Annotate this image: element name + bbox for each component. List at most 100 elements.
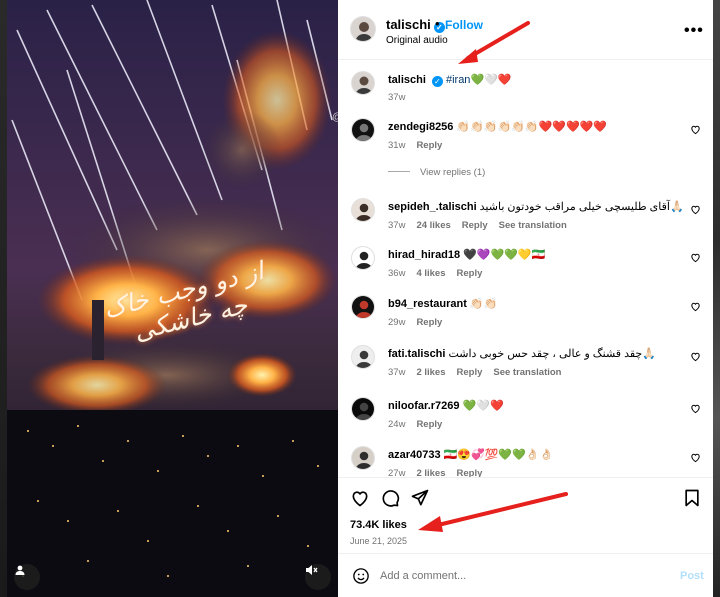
backdrop-right [713,0,720,597]
comment-time[interactable]: 37w [388,367,405,378]
reply-button[interactable]: Reply [416,419,442,430]
comment-text: آقای طلیسچی خیلی مراقب خودتون باشید🙏🏻 [479,201,684,213]
view-replies-label[interactable]: View replies (1) [420,167,485,178]
commenter-photo [352,447,374,469]
commenter-photo [352,119,374,141]
save-bookmark-icon[interactable] [682,488,702,508]
comment-text: 👏🏻👏🏻👏🏻👏🏻👏🏻👏🏻❤️❤️❤️❤️❤️ [456,121,608,133]
comment-text-row: azar40733 🇮🇷😍💞💯💚💚👌🏻👌🏻 [388,448,688,462]
comment-like-heart-icon[interactable] [690,252,701,263]
like-heart-icon[interactable] [350,488,370,508]
instagram-post-modal: از دو وجب خاک چه خاشکی @ talischi✓ • Fol… [0,0,720,597]
comment-meta: 24w Reply [388,419,453,430]
commenter-username[interactable]: fati.talischi [388,348,445,360]
commenter-username[interactable]: niloofar.r7269 [388,400,460,412]
comment-text-row: niloofar.r7269 💚🤍❤️ [388,399,688,413]
commenter-avatar[interactable] [351,246,375,270]
comment-text-row: b94_restaurant 👏🏻👏🏻 [388,297,688,311]
comment-time[interactable]: 37w [388,220,405,231]
share-paper-plane-icon[interactable] [410,488,430,508]
comment-text: 👏🏻👏🏻 [469,298,498,310]
hashtag-link[interactable]: #iran [446,74,470,86]
commenter-photo [352,398,374,420]
commenter-username[interactable]: azar40733 [388,449,441,461]
comment-like-heart-icon[interactable] [690,124,701,135]
commenter-username[interactable]: zendegi8256 [388,121,453,133]
commenter-username[interactable]: b94_restaurant [388,298,467,310]
comment-likes[interactable]: 2 likes [416,468,445,477]
user-icon [15,565,25,575]
mute-button[interactable] [305,564,331,590]
commenter-avatar[interactable] [351,345,375,369]
caption-time[interactable]: 37w [388,92,405,103]
commenter-avatar[interactable] [351,397,375,421]
commenter-username[interactable]: hirad_hirad18 [388,249,460,261]
comment-time[interactable]: 24w [388,419,405,430]
reply-button[interactable]: Reply [457,268,483,279]
comment-likes[interactable]: 4 likes [416,268,445,279]
see-translation-link[interactable]: See translation [499,220,567,231]
post-date[interactable]: June 21, 2025 [350,536,407,546]
comment-like-heart-icon[interactable] [690,403,701,414]
backdrop-left [0,0,7,597]
reply-button[interactable]: Reply [457,367,483,378]
commenter-avatar[interactable] [351,118,375,142]
original-audio-link[interactable]: Original audio [386,35,448,46]
comment-like-heart-icon[interactable] [690,452,701,463]
caption-text-row: talischi ✓ #iran💚🤍❤️ [388,73,688,87]
separator-dot: • [435,16,440,31]
comment-meta: 37w 24 likes Reply See translation [388,220,578,231]
comment-text: 💚🤍❤️ [462,400,504,412]
comment-text: 🇮🇷😍💞💯💚💚👌🏻👌🏻 [443,449,554,461]
view-replies-button[interactable]: View replies (1) [388,167,485,178]
author-username[interactable]: talischi [386,17,431,32]
comment-time[interactable]: 36w [388,268,405,279]
verified-badge-icon: ✓ [431,76,443,87]
post-header: talischi ✓ • Follow Original audio ••• [338,0,713,60]
post-actions: 73.4K likes June 21, 2025 [338,477,713,547]
replies-divider-line [388,171,410,172]
commenter-photo [352,199,374,221]
follow-button[interactable]: Follow [445,18,483,32]
comment-likes[interactable]: 2 likes [416,367,445,378]
likes-count[interactable]: 73.4K likes [350,519,407,531]
reply-button[interactable]: Reply [416,140,442,151]
comment-like-heart-icon[interactable] [690,351,701,362]
caption-avatar[interactable] [351,71,375,95]
comment-meta: 29w Reply [388,317,453,328]
speaker-muted-icon [306,565,318,575]
tagged-users-button[interactable] [14,564,40,590]
author-avatar[interactable] [350,16,376,42]
see-translation-link[interactable]: See translation [493,367,561,378]
post-video[interactable]: از دو وجب خاک چه خاشکی @ [7,0,338,597]
comment-text-row: sepideh_.talischi آقای طلیسچی خیلی مراقب … [388,200,688,214]
add-comment-bar: Add a comment... Post [338,553,713,597]
more-options-icon[interactable]: ••• [684,22,704,40]
post-comment-button[interactable]: Post [680,570,704,582]
commenter-username[interactable]: sepideh_.talischi [388,201,477,213]
comment-like-heart-icon[interactable] [690,204,701,215]
commenter-avatar[interactable] [351,446,375,470]
commenter-avatar[interactable] [351,198,375,222]
comment-meta: 31w Reply [388,140,453,151]
commenter-photo [352,247,374,269]
reply-button[interactable]: Reply [416,317,442,328]
caption-username[interactable]: talischi [388,74,426,86]
commenter-avatar[interactable] [351,295,375,319]
comment-time[interactable]: 29w [388,317,405,328]
emoji-picker-icon[interactable] [352,567,370,585]
reply-button[interactable]: Reply [462,220,488,231]
comments-list[interactable]: talischi ✓ #iran💚🤍❤️ 37w zendegi8256 👏🏻👏🏻👏… [338,61,713,477]
comment-input[interactable]: Add a comment... [380,570,466,582]
reply-button[interactable]: Reply [457,468,483,477]
post-details-panel: talischi ✓ • Follow Original audio ••• ta… [338,0,713,597]
comment-time[interactable]: 31w [388,140,405,151]
comment-time[interactable]: 27w [388,468,405,477]
comment-likes[interactable]: 24 likes [416,220,450,231]
comment-like-heart-icon[interactable] [690,301,701,312]
commenter-photo [352,296,374,318]
caption-meta: 37w [388,92,416,103]
commenter-photo [352,346,374,368]
comment-bubble-icon[interactable] [380,488,400,508]
comment-text-row: zendegi8256 👏🏻👏🏻👏🏻👏🏻👏🏻👏🏻❤️❤️❤️❤️❤️ [388,120,688,134]
